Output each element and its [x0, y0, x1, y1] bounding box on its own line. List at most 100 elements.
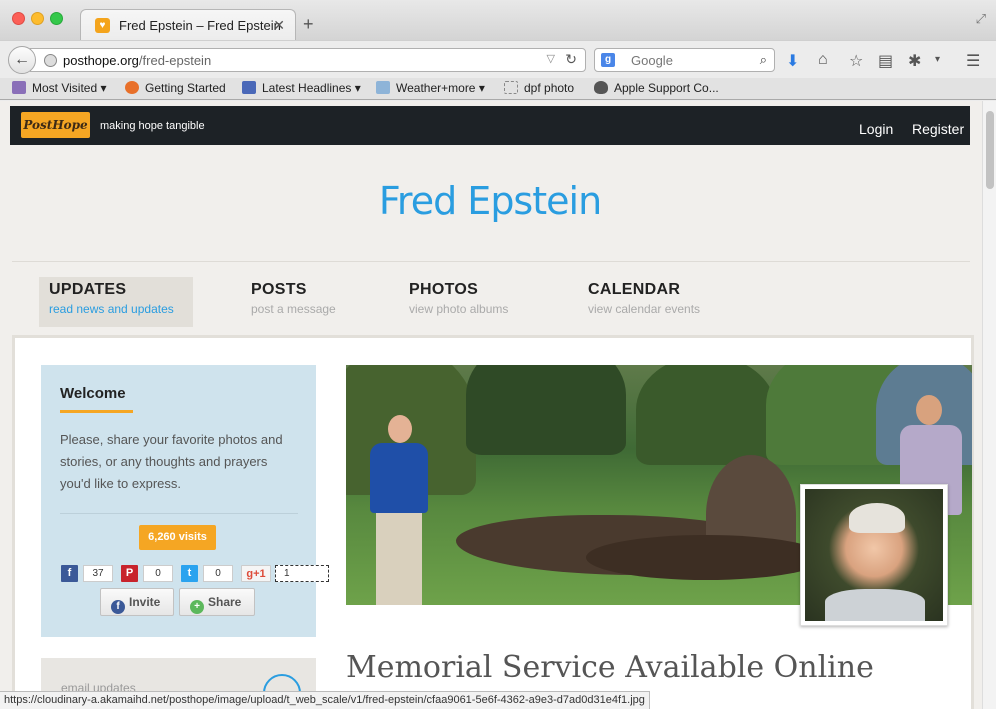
bookmark-label: dpf photo: [524, 81, 575, 95]
profile-photo[interactable]: [800, 484, 948, 626]
bookmark-label: Most Visited: [32, 81, 98, 95]
welcome-text: Please, share your favorite photos and s…: [60, 432, 283, 491]
divider: [60, 513, 298, 514]
facebook-icon[interactable]: f: [61, 565, 78, 582]
url-bar[interactable]: posthope.org/fred-epstein ▽ ↻: [30, 48, 586, 72]
bookmark-label: Apple Support Co...: [614, 81, 719, 95]
url-text[interactable]: posthope.org/fred-epstein: [63, 53, 211, 68]
bookmarks-menu-icon[interactable]: ▤: [878, 51, 893, 71]
menu-icon[interactable]: ☰: [966, 51, 980, 71]
addon-icon[interactable]: ✱: [908, 51, 921, 71]
tab-photos[interactable]: PHOTOS view photo albums: [399, 277, 539, 327]
posthope-favicon-icon: ♥: [95, 18, 110, 33]
bookmark-most-visited[interactable]: Most Visited ▾: [12, 81, 107, 95]
search-icon[interactable]: ⌕: [760, 52, 767, 68]
gplus-count: 1: [275, 565, 329, 582]
tab-posts[interactable]: POSTS post a message: [241, 277, 361, 327]
tab-label: PHOTOS: [409, 281, 479, 298]
bookmark-apple-support[interactable]: Apple Support Co...: [594, 81, 719, 95]
folder-icon: [376, 81, 390, 94]
folder-icon: [12, 81, 26, 94]
tab-sublabel: read news and updates: [49, 302, 174, 316]
bookmark-dpf-photo[interactable]: dpf photo: [504, 81, 574, 95]
avatar-shirt: [825, 589, 925, 621]
photo-sculpture: [586, 535, 826, 580]
pinterest-count: 0: [143, 565, 173, 582]
divider: [12, 261, 970, 262]
tab-label: POSTS: [251, 281, 307, 298]
apple-icon: [594, 81, 608, 94]
avatar-hair: [849, 503, 905, 533]
facebook-icon: f: [111, 600, 125, 614]
back-button[interactable]: ←: [8, 46, 36, 74]
search-placeholder: Google: [631, 53, 673, 68]
window-zoom-button[interactable]: [50, 12, 63, 25]
downloads-icon[interactable]: ⬇: [786, 51, 799, 71]
page-icon: [504, 81, 518, 94]
bookmark-getting-started[interactable]: Getting Started: [125, 81, 226, 95]
scrollbar-thumb[interactable]: [986, 111, 994, 189]
url-domain: posthope.org: [63, 53, 139, 68]
welcome-underline: [60, 410, 133, 413]
window-minimize-button[interactable]: [31, 12, 44, 25]
tab-updates[interactable]: UPDATES read news and updates: [39, 277, 193, 327]
globe-icon: [44, 54, 57, 67]
facebook-count: 37: [83, 565, 113, 582]
invite-label: Invite: [129, 595, 161, 609]
browser-titlebar: ♥ Fred Epstein – Fred Epstein ✕ + ⤢: [0, 0, 996, 40]
bookmark-label: Weather+more: [396, 81, 476, 95]
invite-button[interactable]: f Invite: [100, 588, 174, 616]
firefox-icon: [125, 81, 139, 94]
gplus-icon[interactable]: g+1: [241, 565, 271, 582]
search-bar[interactable]: g Google ⌕: [594, 48, 775, 72]
bookmark-label: Getting Started: [145, 81, 226, 95]
tab-sublabel: post a message: [251, 302, 336, 316]
reload-icon[interactable]: ↻: [565, 51, 577, 68]
browser-navbar: posthope.org/fred-epstein ▽ ↻ ← g Google…: [0, 40, 996, 78]
login-link[interactable]: Login: [859, 121, 893, 137]
tab-label: UPDATES: [49, 281, 127, 298]
bookmark-weather[interactable]: Weather+more ▾: [376, 81, 485, 95]
register-link[interactable]: Register: [912, 121, 964, 137]
site-tagline: making hope tangible: [100, 120, 205, 132]
site-header: PostHope making hope tangible Login Regi…: [10, 106, 970, 145]
visits-badge: 6,260 visits: [139, 525, 216, 550]
plus-icon: +: [190, 600, 204, 614]
page-viewport: PostHope making hope tangible Login Regi…: [0, 101, 982, 709]
share-label: Share: [208, 595, 242, 609]
pinterest-icon[interactable]: P: [121, 565, 138, 582]
tab-sublabel: view photo albums: [409, 302, 509, 316]
avatar: [805, 489, 943, 621]
new-tab-icon[interactable]: +: [303, 14, 314, 35]
home-icon[interactable]: ⌂: [818, 51, 828, 69]
page-scrollbar[interactable]: [982, 101, 996, 709]
photo-tree: [636, 365, 776, 465]
photo-tree: [466, 365, 626, 455]
bookmark-star-icon[interactable]: ☆: [849, 51, 863, 71]
post-title[interactable]: Memorial Service Available Online: [346, 650, 874, 685]
browser-tab[interactable]: ♥ Fred Epstein – Fred Epstein ✕: [80, 9, 296, 40]
twitter-icon[interactable]: t: [181, 565, 198, 582]
posthope-logo[interactable]: PostHope: [21, 112, 90, 138]
fullscreen-icon[interactable]: ⤢: [976, 11, 986, 27]
status-bar: https://cloudinary-a.akamaihd.net/postho…: [0, 691, 650, 709]
tab-calendar[interactable]: CALENDAR view calendar events: [578, 277, 728, 327]
bookmark-label: Latest Headlines: [262, 81, 352, 95]
tab-close-icon[interactable]: ✕: [273, 17, 285, 34]
url-path: /fred-epstein: [138, 53, 212, 68]
window-close-button[interactable]: [12, 12, 25, 25]
google-engine-icon[interactable]: g: [601, 53, 615, 67]
content-card: Welcome Please, share your favorite phot…: [12, 335, 974, 709]
page-title: Fred Epstein: [378, 179, 602, 223]
photo-person: [366, 415, 428, 605]
bookmark-latest-headlines[interactable]: Latest Headlines ▾: [242, 81, 361, 95]
rss-icon: [242, 81, 256, 94]
tab-label: CALENDAR: [588, 281, 681, 298]
welcome-title: Welcome: [60, 385, 126, 402]
twitter-count: 0: [203, 565, 233, 582]
bookmarks-bar: Most Visited ▾ Getting Started Latest He…: [0, 78, 996, 100]
url-dropdown-icon[interactable]: ▽: [547, 52, 555, 65]
share-button[interactable]: + Share: [179, 588, 255, 616]
tab-sublabel: view calendar events: [588, 302, 701, 316]
addon-dropdown-icon[interactable]: ▾: [935, 54, 940, 65]
